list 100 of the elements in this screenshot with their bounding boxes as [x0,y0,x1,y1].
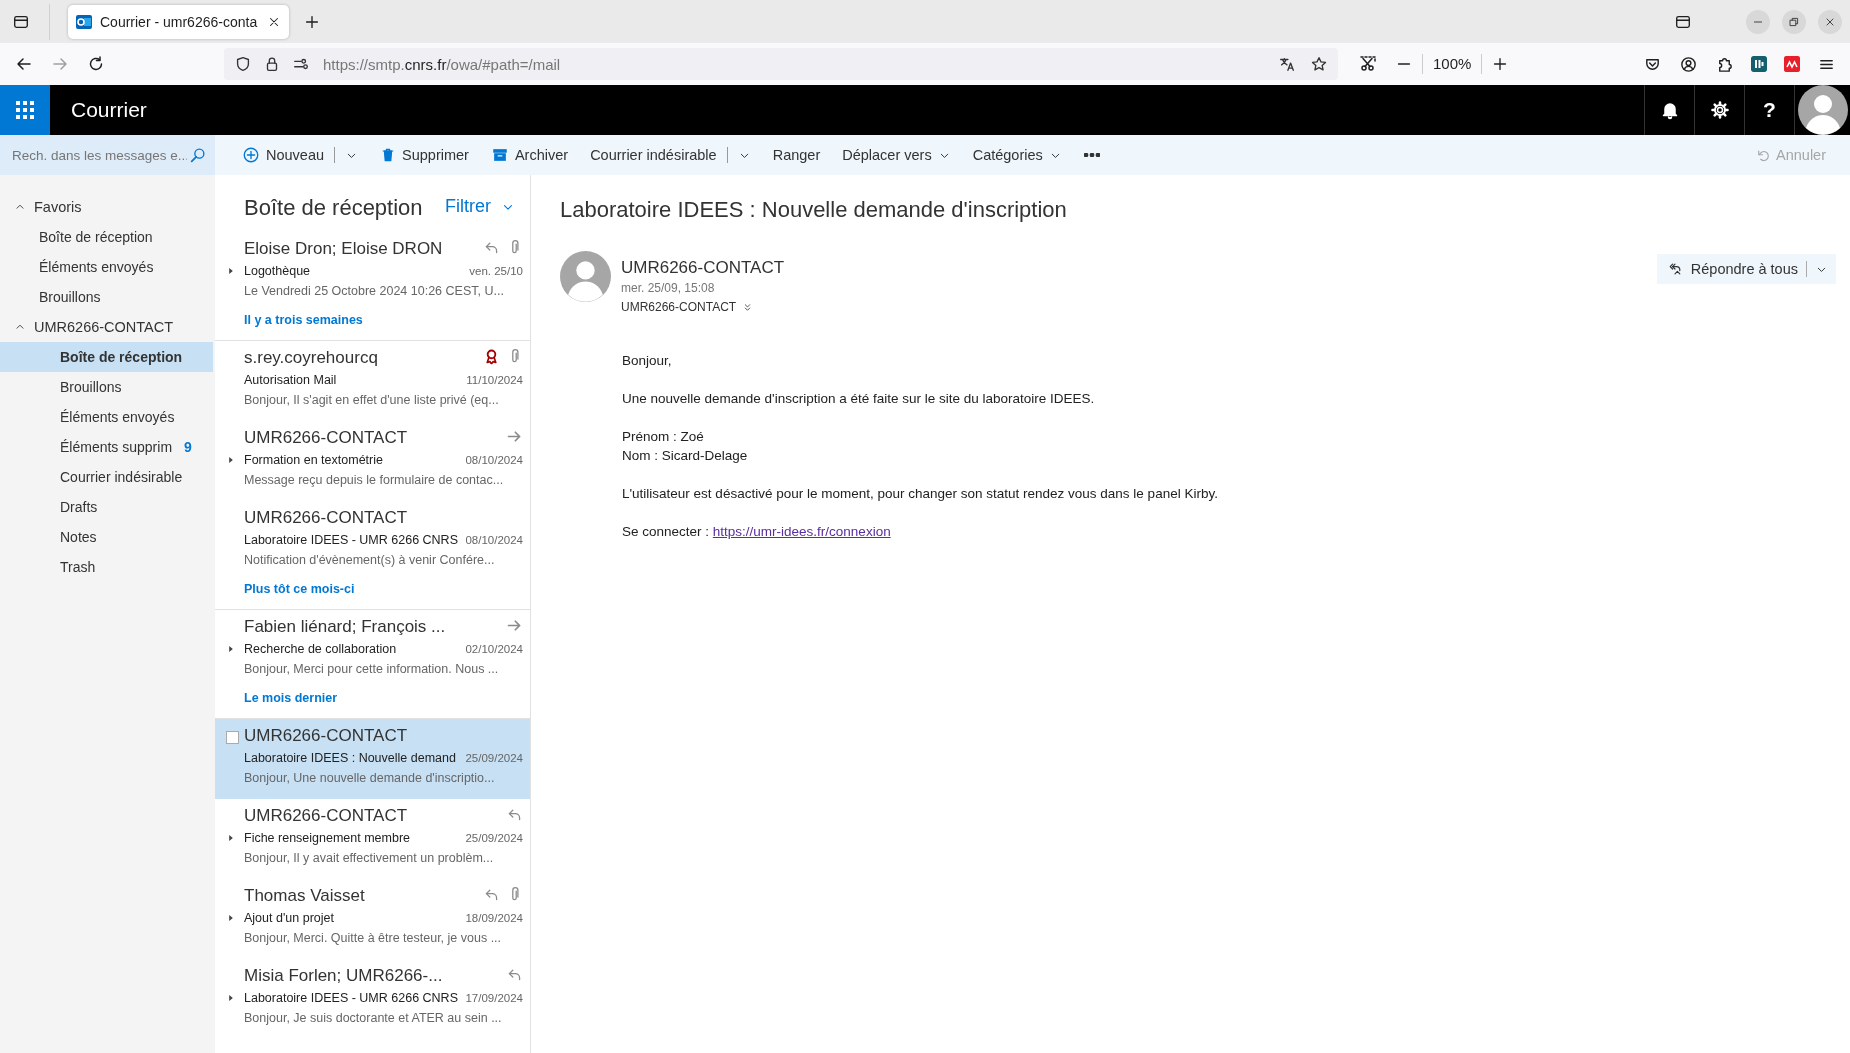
command-button[interactable]: Ranger [772,147,821,163]
restore-icon [1788,15,1800,28]
mail-app-icon [76,13,92,30]
message-row[interactable]: Thomas Vaisset Ajout d'un projet 18/09/2024 Bonjour, Merci. Quitte à être testeur, je vous ... [215,879,530,959]
group-heading: Plus tôt ce mois-ci [244,582,355,596]
date: 08/10/2024 [465,453,523,468]
extension-icon[interactable] [1751,56,1767,72]
folder-item[interactable]: Éléments envoyés [0,402,213,432]
arrow-right-icon [506,617,523,634]
message-row[interactable]: UMR6266-CONTACT Fiche renseignement membre 25/09/2024 Bonjour, Il y avait effectivement un problèm... [215,799,530,879]
date: 17/09/2024 [465,991,523,1006]
account-icon[interactable] [1679,54,1698,74]
message-row[interactable]: Misia Forlen; UMR6266-... Laboratoire IDEES - UMR 6266 CNRS 17/09/2024 Bonjour, Je suis doctorante et ATER au sein ... [215,959,530,1039]
folder-item[interactable]: Trash [0,552,213,582]
sender-name: UMR6266-CONTACT [621,257,785,279]
date: ven. 25/10 [469,264,523,279]
link[interactable]: https://umr-idees.fr/connexion [712,524,891,539]
preview-text: Bonjour, Il y avait effectivement un problèm... [244,850,495,867]
message-row[interactable]: Eloise Dron; Eloise DRON Logothèque ven. 25/10 Le Vendredi 25 Octobre 2024 10:26 CEST, U... [215,232,530,312]
restore-button[interactable] [1782,9,1806,34]
folder-item[interactable]: Brouillons [0,372,213,402]
folder-item[interactable]: Boîte de réception [0,342,213,372]
filter-button[interactable]: Filtrer [445,190,515,217]
tab-title: Courrier - umr6266-conta [100,13,259,30]
app-title: Courrier [71,98,147,122]
checkbox[interactable] [226,731,239,744]
list-title: Boîte de réception [244,193,423,221]
folder-item[interactable]: Boîte de réception [0,222,213,252]
folder-item[interactable]: Drafts [0,492,213,522]
search-field[interactable]: Rech. dans les messages e... [0,135,215,175]
avatar-icon[interactable] [1797,85,1848,135]
browser-tab[interactable]: Courrier - umr6266-conta [68,4,289,39]
archive-icon [490,146,509,164]
date: 25/09/2024 [465,831,523,846]
sender-name: UMR6266-CONTACT [244,507,408,529]
extension-icon[interactable] [1784,56,1800,72]
command-button[interactable]: Déplacer vers [842,147,951,163]
app-launcher-button[interactable] [0,85,50,135]
date: 18/09/2024 [465,911,523,926]
search-icon[interactable] [189,146,207,164]
avatar-icon [560,251,611,302]
command-button[interactable]: Archiver [490,146,569,164]
preview-text: Notification d'évènement(s) à venir Confére... [244,552,496,569]
preview-text: Message reçu depuis le formulaire de contac... [244,472,505,489]
recipient[interactable]: UMR6266-CONTACT [621,297,737,317]
folder-item[interactable]: Éléments envoyés [0,252,213,282]
subject: Laboratoire IDEES - UMR 6266 CNRS [244,532,458,549]
folder-item[interactable]: Brouillons [0,282,213,312]
body-paragraph: Prénom : Zoé Nom : Sicard-Delage [622,428,749,465]
more-button[interactable] [1083,153,1100,157]
command-button[interactable]: Courrier indésirable [590,147,751,163]
date: 02/10/2024 [465,642,523,657]
folder-item[interactable]: Notes [0,522,213,552]
subject: Autorisation Mail [244,372,337,389]
sender-name: UMR6266-CONTACT [244,427,408,449]
subject: Logothèque [244,263,311,280]
ribbon-icon [483,348,500,365]
reply-all-button[interactable]: Répondre à tous [1656,254,1836,284]
message-row[interactable]: s.rey.coyrehourcq Autorisation Mail 11/10/2024 Bonjour, Il s'agit en effet d'une liste privé (eq... [215,341,530,421]
body-paragraph: L'utilisateur est désactivé pour le moment, pour changer son statut rendez vous dans le panel Kirby. [622,485,1219,503]
message-subject: Laboratoire IDEES : Nouvelle demande d'inscription [560,196,1068,224]
settings-icon [1709,100,1730,120]
address-bar[interactable]: https://smtp.cnrs.fr/owa/#path=/mail [224,48,1338,80]
zoom-level[interactable]: 100% [1422,54,1483,74]
group-heading: Il y a trois semaines [244,313,363,327]
message-row[interactable]: UMR6266-CONTACT Laboratoire IDEES : Nouvelle demand 25/09/2024 Bonjour, Une nouvelle demande d'inscriptio... [215,719,530,799]
sender-name: UMR6266-CONTACT [244,725,408,747]
arrow-right-icon [506,428,523,445]
sender-name: Eloise Dron; Eloise DRON [244,238,443,260]
plus-circle-icon [242,146,260,164]
sender-name: Fabien liénard; François ... [244,616,446,638]
star-icon[interactable] [1310,55,1328,73]
subject: Recherche de collaboration [244,641,397,658]
folder-group[interactable]: UMR6266-CONTACT [0,312,213,342]
command-button[interactable]: Catégories [972,147,1062,163]
unread-count: 9 [184,439,192,455]
scissors-icon[interactable] [1358,54,1378,74]
date: 25/09/2024 [465,751,523,766]
message-row[interactable]: Fabien liénard; François ... Recherche de collaboration 02/10/2024 Bonjour, Merci pour cette information. Nous ... [215,610,530,690]
message-row[interactable]: UMR6266-CONTACT Laboratoire IDEES - UMR 6266 CNRS 08/10/2024 Notification d'évènement(s) à venir Confére... [215,501,530,581]
folder-item[interactable]: Éléments supprim 9 [0,432,213,462]
command-button[interactable]: Supprimer [380,147,469,163]
subject: Laboratoire IDEES : Nouvelle demand [244,750,456,767]
app-launcher-icon [16,101,34,119]
undo-icon [1755,147,1770,163]
preview-text: Bonjour, Il s'agit en effet d'une liste privé (eq... [244,392,500,409]
preview-text: Bonjour, Merci. Quitte à être testeur, je vous ... [244,930,503,947]
date: 08/10/2024 [465,533,523,548]
sender-name: Thomas Vaisset [244,885,365,907]
message-row[interactable]: UMR6266-CONTACT Formation en textométrie 08/10/2024 Message reçu depuis le formulaire de contac... [215,421,530,501]
sender-name: s.rey.coyrehourcq [244,347,378,369]
folder-item[interactable]: Courrier indésirable [0,462,213,492]
body-paragraph: Une nouvelle demande d'inscription a été faite sur le site du laboratoire IDEES. [622,390,1096,408]
command-button[interactable]: Nouveau [242,146,359,164]
translate-icon[interactable] [1278,55,1296,73]
minimize-button[interactable] [1746,9,1770,34]
subject: Laboratoire IDEES - UMR 6266 CNRS [244,990,458,1007]
folder-group[interactable]: Favoris [0,192,213,222]
shield-icon[interactable] [234,55,252,73]
subject: Fiche renseignement membre [244,830,411,847]
